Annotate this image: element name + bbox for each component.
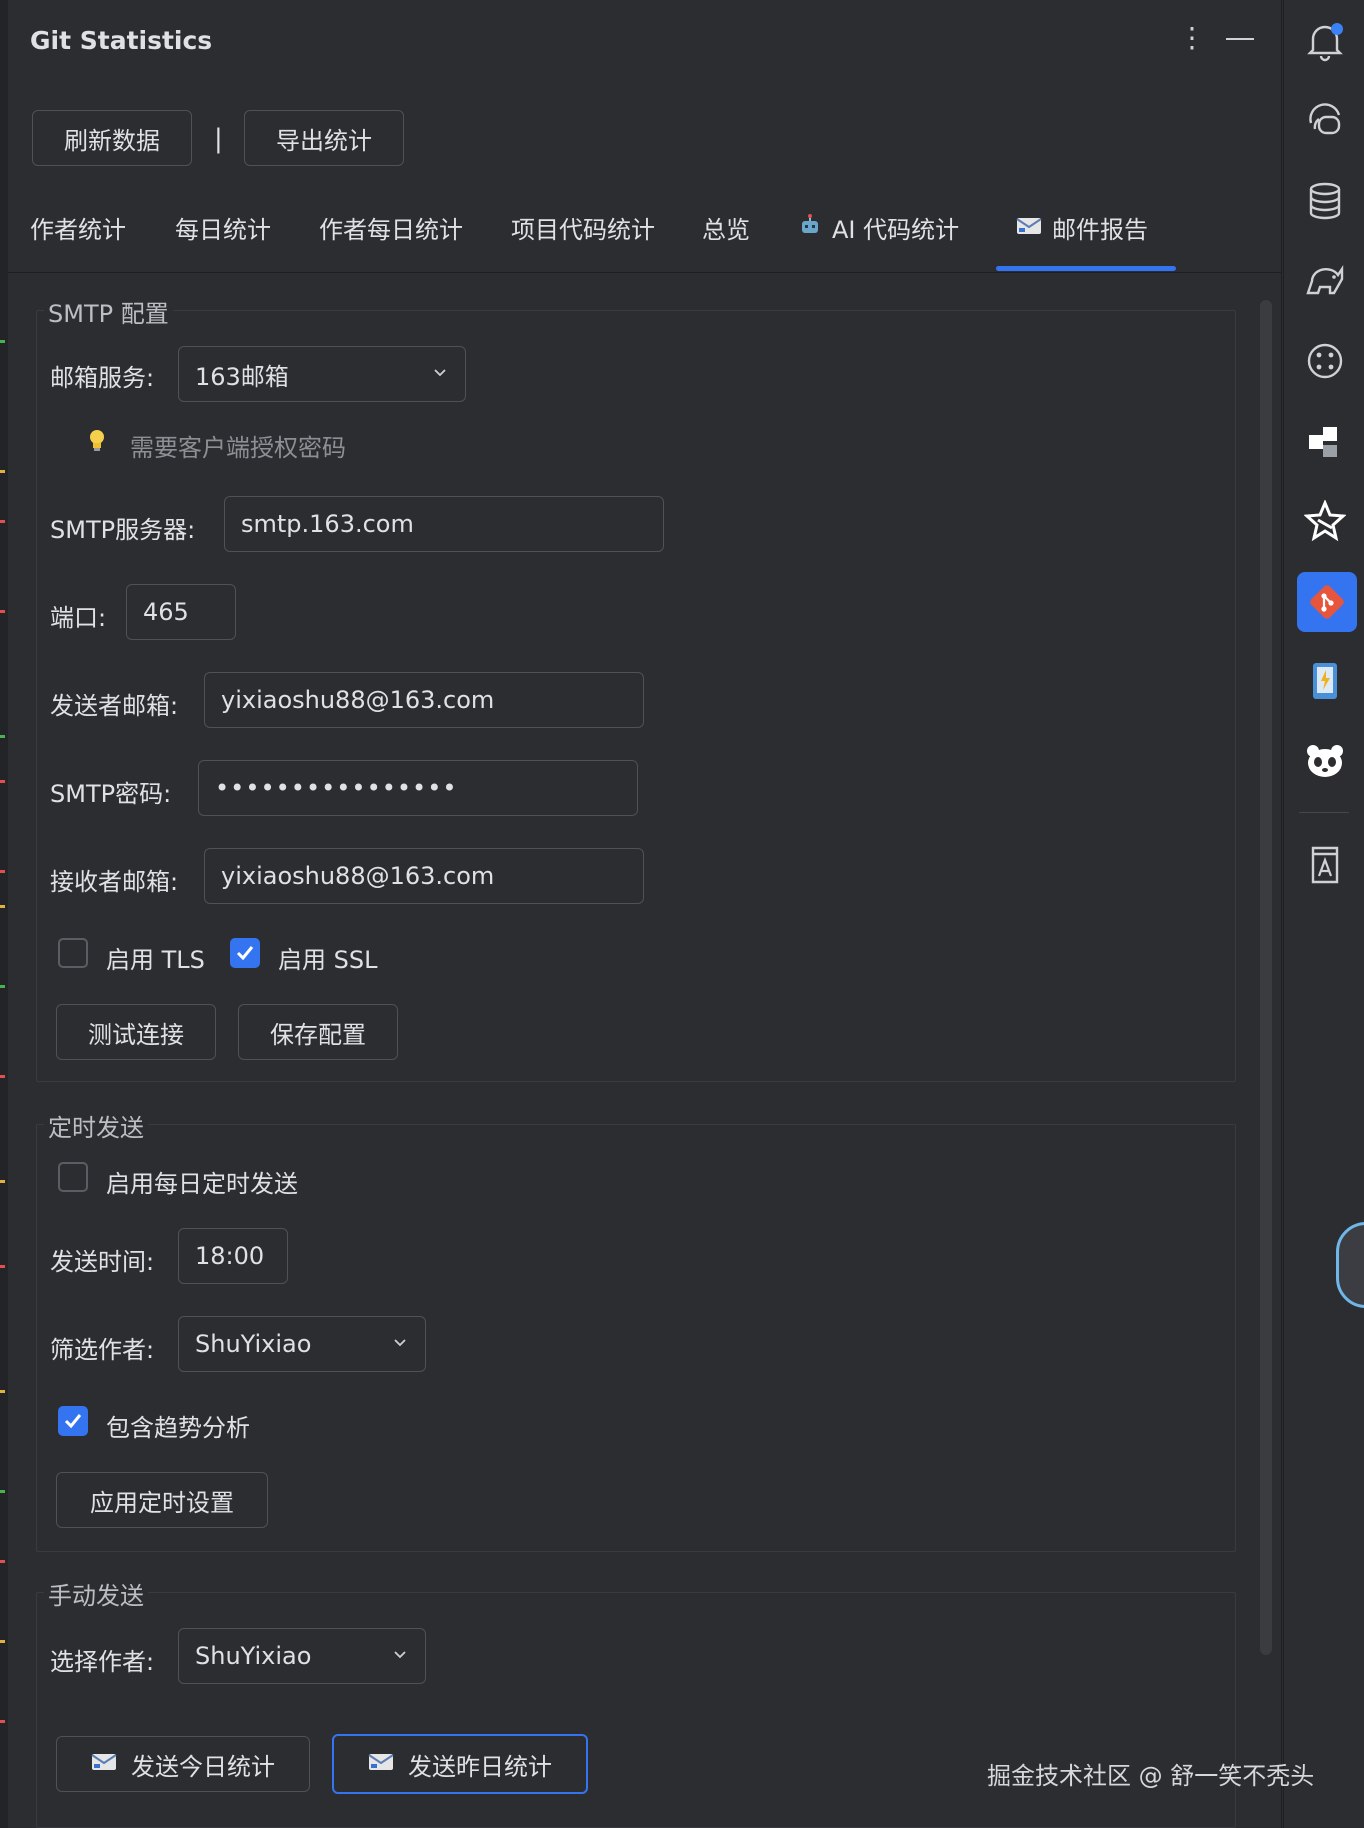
mail-provider-label: 邮箱服务: [50, 364, 155, 392]
tab-author-daily-stats[interactable]: 作者每日统计 [319, 210, 463, 245]
notifications-bell-icon[interactable] [1302, 18, 1348, 64]
translate-book-icon[interactable] [1302, 842, 1348, 888]
tabs-divider [8, 272, 1282, 273]
trend-analysis-label: 包含趋势分析 [106, 1414, 250, 1442]
tab-label: 每日统计 [175, 216, 271, 244]
ai-chat-icon[interactable] [1302, 98, 1348, 144]
tab-label: 总览 [702, 216, 750, 244]
filter-author-value: ShuYixiao [195, 1330, 312, 1358]
gradle-elephant-icon[interactable] [1302, 258, 1348, 304]
email-icon [368, 1750, 394, 1778]
email-icon [91, 1750, 117, 1778]
test-connection-button[interactable]: 测试连接 [56, 1004, 216, 1060]
git-statistics-tool-window: Git Statistics ⋮ 刷新数据 | 导出统计 作者统计 每日统计 作… [8, 0, 1282, 1828]
apply-schedule-button[interactable]: 应用定时设置 [56, 1472, 268, 1528]
port-label: 端口: [50, 604, 107, 632]
select-author-select[interactable]: ShuYixiao [178, 1628, 426, 1684]
smtp-password-input[interactable]: •••••••••••••••• [198, 760, 638, 816]
sender-email-input[interactable]: yixiaoshu88@163.com [204, 672, 644, 728]
tab-project-code-stats[interactable]: 项目代码统计 [511, 210, 655, 245]
smtp-server-label: SMTP服务器: [50, 516, 196, 544]
ide-window: Git Statistics ⋮ 刷新数据 | 导出统计 作者统计 每日统计 作… [0, 0, 1364, 1828]
tab-daily-stats[interactable]: 每日统计 [175, 210, 271, 245]
filter-author-select[interactable]: ShuYixiao [178, 1316, 426, 1372]
receiver-email-label: 接收者邮箱: [50, 868, 179, 896]
tab-author-stats[interactable]: 作者统计 [30, 210, 126, 245]
star-logo-icon[interactable] [1302, 498, 1348, 544]
tab-label: 作者统计 [30, 216, 126, 244]
tab-email-report[interactable]: 邮件报告 [1016, 210, 1148, 245]
checkmark-icon [236, 946, 254, 961]
port-input[interactable]: 465 [126, 584, 236, 640]
battery-device-icon[interactable] [1302, 658, 1348, 704]
toolbar-separator: | [214, 124, 223, 154]
selected-tab-indicator [996, 266, 1176, 271]
tls-checkbox[interactable] [58, 938, 88, 968]
send-today-button[interactable]: 发送今日统计 [56, 1736, 310, 1792]
lightbulb-icon [86, 428, 108, 458]
receiver-email-input[interactable]: yixiaoshu88@163.com [204, 848, 644, 904]
vertical-scrollbar[interactable] [1260, 300, 1272, 1655]
save-config-button[interactable]: 保存配置 [238, 1004, 398, 1060]
watermark-text: 掘金技术社区 @ 舒一笑不秃头 [987, 1762, 1315, 1790]
robot-icon [798, 213, 822, 243]
tool-window-title: Git Statistics [30, 26, 213, 55]
mail-provider-value: 163邮箱 [195, 362, 289, 391]
schedule-send-legend: 定时发送 [44, 1108, 148, 1143]
smtp-config-legend: SMTP 配置 [44, 294, 173, 329]
daily-schedule-checkbox[interactable] [58, 1162, 88, 1192]
editor-gutter [0, 0, 8, 1828]
tab-label: AI 代码统计 [832, 216, 960, 244]
tls-label: 启用 TLS [106, 946, 205, 974]
email-icon [1016, 214, 1042, 242]
minimize-icon[interactable] [1226, 38, 1254, 40]
refresh-data-button[interactable]: 刷新数据 [32, 110, 192, 166]
more-options-icon[interactable]: ⋮ [1178, 24, 1206, 52]
send-time-label: 发送时间: [50, 1248, 155, 1276]
manual-send-legend: 手动发送 [44, 1576, 148, 1611]
auth-password-hint: 需要客户端授权密码 [130, 434, 346, 462]
tab-ai-code-stats[interactable]: AI 代码统计 [798, 210, 959, 245]
export-stats-button[interactable]: 导出统计 [244, 110, 404, 166]
tab-label: 项目代码统计 [511, 216, 655, 244]
chevron-down-icon [394, 1339, 406, 1347]
ssl-checkbox[interactable] [230, 938, 260, 968]
checkmark-icon [64, 1414, 82, 1429]
email-report-panel: SMTP 配置 邮箱服务: 163邮箱 需要客户端授权密码 SMTP服务器: s… [30, 288, 1272, 1828]
mail-provider-select[interactable]: 163邮箱 [178, 346, 466, 402]
tab-overview[interactable]: 总览 [702, 210, 750, 245]
panda-icon[interactable] [1302, 738, 1348, 784]
chevron-down-icon [394, 1651, 406, 1659]
tool-strip-divider [1299, 812, 1349, 813]
tab-label: 作者每日统计 [319, 216, 463, 244]
tab-label: 邮件报告 [1052, 216, 1148, 244]
send-yesterday-label: 发送昨日统计 [408, 1752, 552, 1781]
plugin-dots-icon[interactable] [1302, 338, 1348, 384]
trend-analysis-checkbox[interactable] [58, 1406, 88, 1436]
send-yesterday-button[interactable]: 发送昨日统计 [332, 1734, 588, 1794]
daily-schedule-label: 启用每日定时发送 [106, 1170, 298, 1198]
git-statistics-tool-icon[interactable] [1297, 572, 1357, 632]
send-today-label: 发送今日统计 [131, 1752, 275, 1781]
checker-block-icon[interactable] [1302, 418, 1348, 464]
sender-email-label: 发送者邮箱: [50, 692, 179, 720]
select-author-label: 选择作者: [50, 1648, 155, 1676]
select-author-value: ShuYixiao [195, 1642, 312, 1670]
ssl-label: 启用 SSL [278, 946, 378, 974]
database-icon[interactable] [1302, 178, 1348, 224]
right-tool-strip [1283, 0, 1364, 1828]
smtp-password-label: SMTP密码: [50, 780, 172, 808]
chevron-down-icon [434, 369, 446, 377]
send-time-input[interactable]: 18:00 [178, 1228, 288, 1284]
smtp-server-input[interactable]: smtp.163.com [224, 496, 664, 552]
filter-author-label: 筛选作者: [50, 1336, 155, 1364]
